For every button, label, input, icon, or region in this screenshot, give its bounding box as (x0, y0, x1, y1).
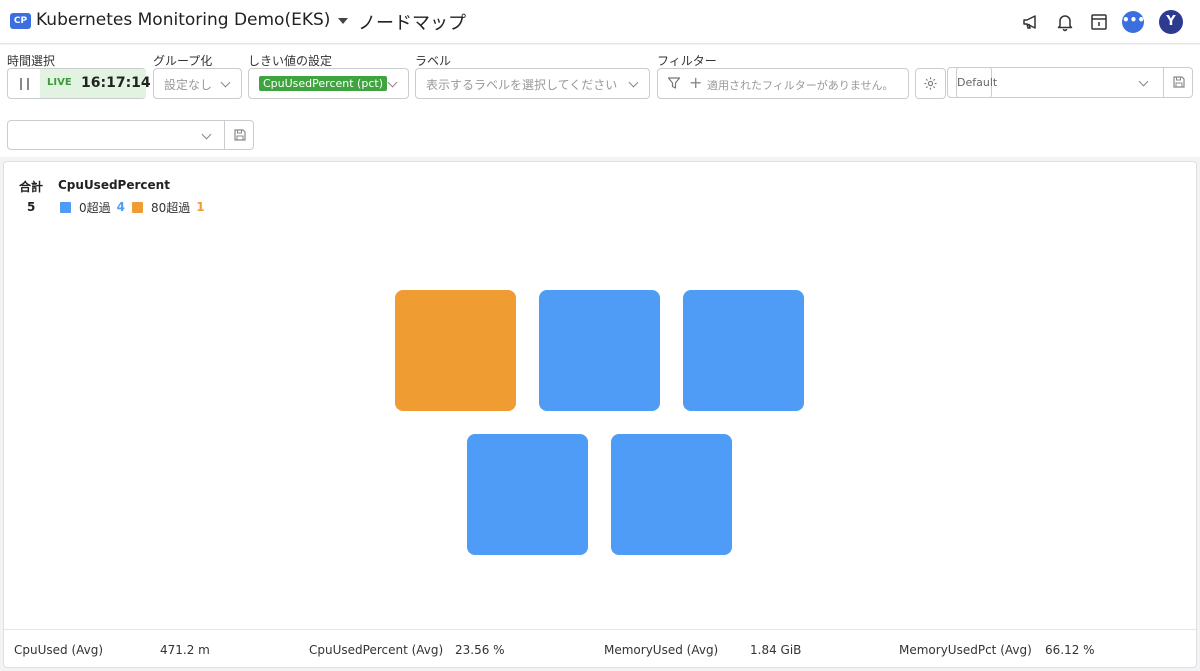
legend-item-1[interactable]: 80超過 1 (132, 200, 205, 215)
toolbar: 時間選択 LIVE 16:17:14 グループ化 設定なし しきい値の設定 Cp… (0, 45, 1200, 157)
legend-item-0[interactable]: 0超過 4 (60, 200, 125, 215)
total-value: 5 (27, 200, 36, 214)
stat-label: MemoryUsedPct (Avg) (899, 643, 1032, 657)
stat-value: 66.12 % (1045, 643, 1095, 657)
group-select[interactable]: 設定なし (153, 68, 242, 99)
group-label: グループ化 (153, 54, 213, 68)
chevron-down-icon (628, 77, 639, 88)
filter-label: フィルター (657, 54, 717, 68)
save-icon (1173, 76, 1185, 88)
preset-select[interactable]: Default (947, 67, 1193, 98)
node-tile[interactable] (395, 290, 516, 411)
time-selector[interactable]: LIVE 16:17:14 (7, 68, 151, 99)
chevron-down-icon (201, 129, 212, 140)
legend-swatch (60, 201, 71, 213)
view-select[interactable] (7, 120, 254, 150)
app-header: CP Kubernetes Monitoring Demo(EKS) ノードマッ… (0, 0, 1200, 44)
metric-label: CpuUsedPercent (58, 178, 170, 192)
threshold-tag: CpuUsedPercent (pct) (259, 76, 387, 91)
legend-count: 1 (196, 200, 205, 214)
settings-button[interactable] (915, 68, 946, 99)
label-select-placeholder: 表示するラベルを選択してください (426, 78, 618, 92)
threshold-label: しきい値の設定 (248, 54, 333, 68)
label-label: ラベル (415, 54, 452, 68)
node-tile[interactable] (611, 434, 732, 555)
pause-icon[interactable] (20, 78, 29, 90)
live-time: 16:17:14 (81, 75, 151, 91)
project-selector[interactable]: Kubernetes Monitoring Demo(EKS) (36, 10, 330, 30)
gear-icon (924, 77, 937, 90)
avatar[interactable]: Y (1159, 10, 1183, 34)
live-badge[interactable]: LIVE 16:17:14 (40, 69, 151, 98)
bell-icon[interactable] (1053, 10, 1077, 34)
save-preset-button[interactable] (1163, 68, 1193, 97)
product-badge: CP (10, 13, 31, 29)
stat-label: MemoryUsed (Avg) (604, 643, 719, 657)
plus-icon[interactable]: + (689, 73, 702, 92)
legend-count: 4 (116, 200, 125, 214)
legend-swatch (132, 201, 143, 213)
megaphone-icon[interactable] (1019, 10, 1043, 34)
filter-icon (667, 77, 681, 89)
node-tile[interactable] (683, 290, 804, 411)
total-label: 合計 (19, 180, 44, 194)
chevron-down-icon (387, 77, 398, 88)
save-icon (234, 129, 246, 141)
node-tile[interactable] (539, 290, 660, 411)
time-select-label: 時間選択 (7, 54, 56, 68)
chevron-down-icon (1138, 76, 1149, 87)
stat-label: CpuUsedPercent (Avg) (309, 643, 444, 657)
caret-down-icon[interactable] (338, 18, 348, 24)
filter-input[interactable]: + 適用されたフィルターがありません。 (657, 68, 909, 99)
node-map-panel: 合計 CpuUsedPercent 5 0超過 4 80超過 1 CpuUsed… (3, 161, 1197, 668)
chat-icon[interactable]: ••• (1122, 11, 1145, 33)
live-label: LIVE (47, 77, 72, 88)
page-title: ノードマップ (358, 13, 466, 34)
preset-value: Default (957, 76, 998, 89)
stats-footer: CpuUsed (Avg) 471.2 m CpuUsedPercent (Av… (4, 629, 1196, 667)
legend-label: 0超過 (79, 200, 111, 215)
filter-placeholder: 適用されたフィルターがありません。 (707, 79, 894, 92)
save-view-button[interactable] (224, 121, 254, 150)
stat-value: 23.56 % (455, 643, 505, 657)
stat-value: 471.2 m (160, 643, 210, 657)
label-select[interactable]: 表示するラベルを選択してください (415, 68, 650, 99)
group-select-value: 設定なし (164, 78, 213, 92)
archive-icon[interactable] (1087, 10, 1111, 34)
stat-label: CpuUsed (Avg) (14, 643, 104, 657)
chevron-down-icon (220, 77, 231, 88)
node-tile[interactable] (467, 434, 588, 555)
threshold-select[interactable]: CpuUsedPercent (pct) (248, 68, 409, 99)
legend-label: 80超過 (151, 200, 191, 215)
stat-value: 1.84 GiB (750, 643, 802, 657)
